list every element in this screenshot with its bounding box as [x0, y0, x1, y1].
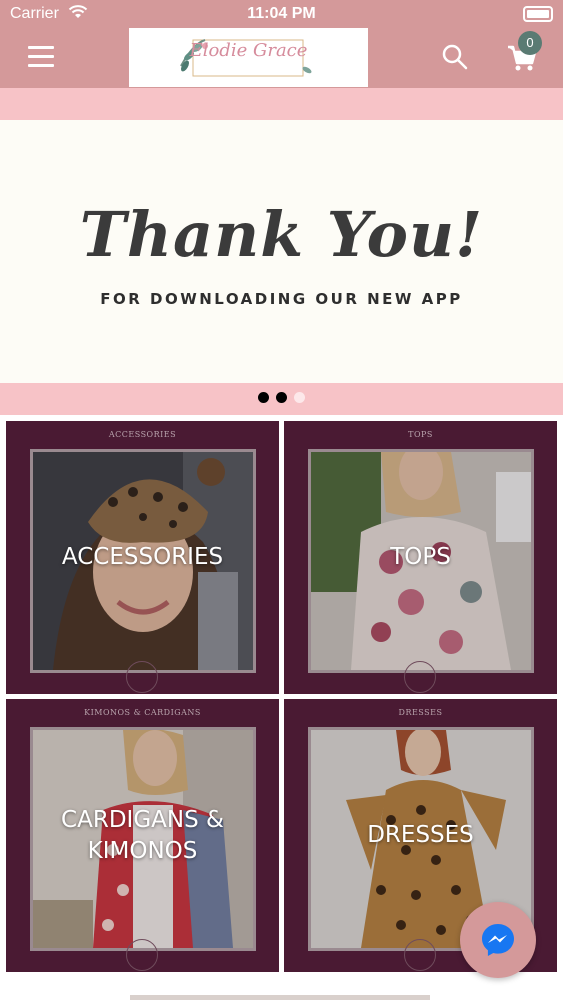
brand-seal: [126, 939, 158, 971]
tile-caption: DRESSES: [398, 708, 443, 717]
search-icon[interactable]: [442, 44, 468, 70]
banner-title: Thank You!: [79, 198, 484, 271]
clock: 11:04 PM: [247, 5, 316, 22]
slider-pagination: [0, 383, 563, 415]
tile-caption: TOPS: [408, 430, 433, 439]
category-tile-cardigans-kimonos[interactable]: KIMONOS & CARDIGANS CARDIGANS & KIMONOS: [6, 699, 279, 972]
category-label: TOPS: [390, 544, 451, 570]
category-tile-tops[interactable]: TOPS TOPS: [284, 421, 557, 694]
cart-count-badge: 0: [518, 31, 542, 55]
messenger-icon: [482, 924, 514, 956]
tile-caption: KIMONOS & CARDIGANS: [84, 708, 201, 717]
slide-dot-1[interactable]: [258, 392, 269, 403]
brand-seal: [404, 939, 436, 971]
category-tile-accessories[interactable]: ACCESSORIES ACCESSORIES: [6, 421, 279, 694]
category-label: CARDIGANS & KIMONOS: [61, 807, 224, 864]
status-bar: Carrier 11:04 PM: [0, 0, 563, 28]
tile-caption: ACCESSORIES: [108, 430, 177, 439]
brand-seal: [126, 661, 158, 693]
logo-text: Elodie Grace: [189, 40, 308, 61]
slide-dot-3[interactable]: [294, 392, 305, 403]
menu-button[interactable]: [28, 46, 56, 68]
top-pink-band: [0, 88, 563, 120]
messenger-chat-button[interactable]: [460, 902, 536, 978]
category-label: DRESSES: [367, 822, 474, 848]
hero-banner[interactable]: Thank You! FOR DOWNLOADING OUR NEW APP: [0, 120, 563, 383]
next-content-peek: [130, 995, 430, 1000]
brand-seal: [404, 661, 436, 693]
category-label: ACCESSORIES: [61, 544, 224, 570]
menu-icon: [28, 46, 54, 49]
app-header: Carrier 11:04 PM Elodie Grace 0: [0, 0, 563, 88]
battery-icon: [523, 6, 553, 22]
store-logo[interactable]: Elodie Grace: [129, 28, 368, 87]
banner-subtitle: FOR DOWNLOADING OUR NEW APP: [100, 290, 463, 308]
slide-dot-2[interactable]: [276, 392, 287, 403]
